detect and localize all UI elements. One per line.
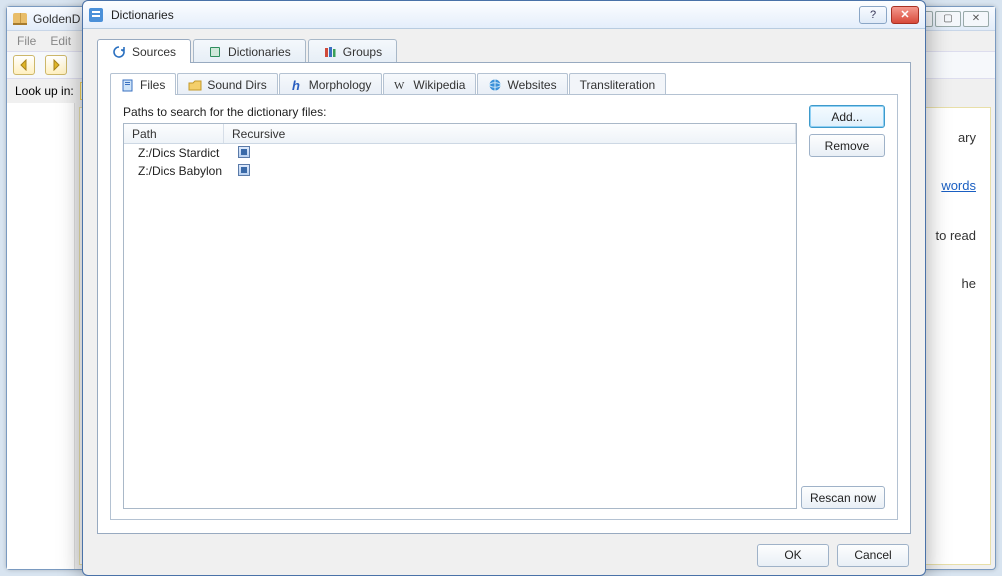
maximize-button[interactable]: ▢ xyxy=(935,11,961,27)
recursive-cell xyxy=(234,146,250,161)
paths-table: Path Recursive Z:/Dics Stardict Z:/Dics … xyxy=(123,123,797,509)
tab-groups-label: Groups xyxy=(343,45,382,59)
tab-dictionaries[interactable]: Dictionaries xyxy=(193,39,306,63)
files-pane: Paths to search for the dictionary files… xyxy=(110,94,898,520)
help-button[interactable]: ? xyxy=(859,6,887,24)
content-fragment: ary xyxy=(958,130,976,145)
subtab-wikipedia-label: Wikipedia xyxy=(413,78,465,92)
folder-sound-icon xyxy=(188,78,202,92)
inner-tabs: Files Sound Dirs h Morphology W xyxy=(110,73,898,95)
subtab-morphology[interactable]: h Morphology xyxy=(279,73,383,95)
outer-tabs: Sources Dictionaries Groups xyxy=(97,39,911,63)
subtab-transliteration[interactable]: Transliteration xyxy=(569,73,667,95)
globe-icon xyxy=(488,78,502,92)
subtab-transliteration-label: Transliteration xyxy=(580,78,656,92)
content-fragment: he xyxy=(962,276,976,291)
paths-header: Path Recursive xyxy=(124,124,796,144)
dictionaries-dialog: Dictionaries ? ✕ Sources Dictionaries xyxy=(82,0,926,576)
remove-button[interactable]: Remove xyxy=(809,134,885,157)
cancel-button-label: Cancel xyxy=(854,548,891,562)
files-icon xyxy=(121,78,135,92)
morphology-icon: h xyxy=(290,78,304,92)
table-row[interactable]: Z:/Dics Babylon xyxy=(124,162,796,180)
forward-button[interactable] xyxy=(45,55,67,75)
cancel-button[interactable]: Cancel xyxy=(837,544,909,567)
dialog-window-controls: ? ✕ xyxy=(859,6,919,24)
dialog-title: Dictionaries xyxy=(111,8,174,22)
subtab-websites[interactable]: Websites xyxy=(477,73,567,95)
tab-sources-label: Sources xyxy=(132,45,176,59)
rescan-button-label: Rescan now xyxy=(810,491,876,505)
menu-edit[interactable]: Edit xyxy=(50,34,71,48)
ok-button-label: OK xyxy=(784,548,801,562)
menu-file[interactable]: File xyxy=(17,34,36,48)
svg-text:W: W xyxy=(394,80,405,92)
lookup-label: Look up in: xyxy=(15,84,74,98)
svg-text:h: h xyxy=(292,78,300,92)
dictionaries-icon xyxy=(89,8,103,22)
dialog-titlebar: Dictionaries ? ✕ xyxy=(83,1,925,29)
refresh-icon xyxy=(112,45,126,59)
tab-sources[interactable]: Sources xyxy=(97,39,191,63)
back-button[interactable] xyxy=(13,55,35,75)
paths-column: Paths to search for the dictionary files… xyxy=(123,105,797,509)
books-icon xyxy=(323,45,337,59)
recursive-checkbox[interactable] xyxy=(238,146,250,158)
ok-button[interactable]: OK xyxy=(757,544,829,567)
recursive-cell xyxy=(234,164,250,179)
recursive-checkbox[interactable] xyxy=(238,164,250,176)
main-sidebar xyxy=(7,103,75,569)
subtab-websites-label: Websites xyxy=(507,78,556,92)
main-window-title: GoldenD xyxy=(33,12,80,26)
paths-label: Paths to search for the dictionary files… xyxy=(123,105,797,119)
tab-groups[interactable]: Groups xyxy=(308,39,397,63)
paths-rows: Z:/Dics Stardict Z:/Dics Babylon xyxy=(124,144,796,180)
side-buttons: Add... Remove Rescan now xyxy=(809,105,885,509)
column-recursive[interactable]: Recursive xyxy=(224,124,796,143)
rescan-button[interactable]: Rescan now xyxy=(801,486,885,509)
tab-dictionaries-label: Dictionaries xyxy=(228,45,291,59)
content-fragment: to read xyxy=(936,228,976,243)
add-button-label: Add... xyxy=(831,110,862,124)
app-icon xyxy=(13,13,27,25)
path-cell: Z:/Dics Babylon xyxy=(124,164,234,178)
content-link-fragment[interactable]: words xyxy=(941,178,976,193)
close-main-button[interactable]: ✕ xyxy=(963,11,989,27)
subtab-sound-label: Sound Dirs xyxy=(207,78,266,92)
subtab-morphology-label: Morphology xyxy=(309,78,372,92)
table-row[interactable]: Z:/Dics Stardict xyxy=(124,144,796,162)
column-path[interactable]: Path xyxy=(124,124,224,143)
sources-pane: Files Sound Dirs h Morphology W xyxy=(97,62,911,534)
path-cell: Z:/Dics Stardict xyxy=(124,146,234,160)
dialog-body: Sources Dictionaries Groups xyxy=(83,29,925,535)
dialog-footer: OK Cancel xyxy=(83,535,925,575)
wikipedia-icon: W xyxy=(394,78,408,92)
add-button[interactable]: Add... xyxy=(809,105,885,128)
subtab-sound[interactable]: Sound Dirs xyxy=(177,73,277,95)
remove-button-label: Remove xyxy=(825,139,870,153)
book-icon xyxy=(208,45,222,59)
subtab-files[interactable]: Files xyxy=(110,73,176,95)
subtab-wikipedia[interactable]: W Wikipedia xyxy=(383,73,476,95)
subtab-files-label: Files xyxy=(140,78,165,92)
close-dialog-button[interactable]: ✕ xyxy=(891,6,919,24)
